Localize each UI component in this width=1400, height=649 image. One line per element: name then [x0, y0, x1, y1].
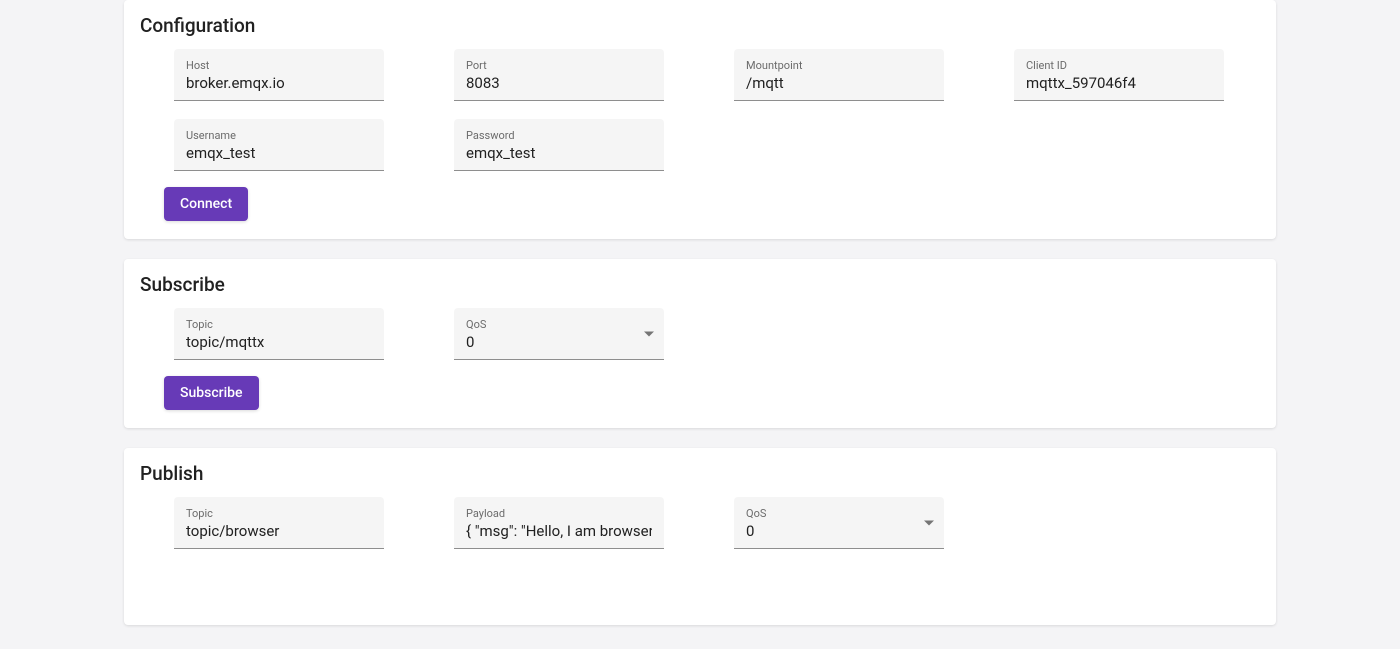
subscribe-topic-input[interactable] — [186, 333, 372, 351]
configuration-card: Configuration Host Port Mountpoint Clien… — [124, 0, 1276, 239]
publish-payload-label: Payload — [466, 507, 652, 520]
password-field[interactable]: Password — [454, 119, 664, 171]
subscribe-button[interactable]: Subscribe — [164, 376, 259, 410]
subscribe-title: Subscribe — [140, 273, 1260, 296]
subscribe-actions: Subscribe — [140, 376, 1260, 410]
subscribe-card: Subscribe Topic QoS 0 Subscribe — [124, 259, 1276, 428]
dropdown-arrow-icon — [924, 520, 934, 525]
publish-qos-field[interactable]: QoS 0 — [734, 497, 944, 549]
username-label: Username — [186, 129, 372, 142]
mountpoint-field[interactable]: Mountpoint — [734, 49, 944, 101]
publish-topic-input[interactable] — [186, 522, 372, 540]
subscribe-topic-label: Topic — [186, 318, 372, 331]
publish-title: Publish — [140, 462, 1260, 485]
host-label: Host — [186, 59, 372, 72]
subscribe-qos-value: 0 — [466, 333, 652, 351]
port-field[interactable]: Port — [454, 49, 664, 101]
client-id-label: Client ID — [1026, 59, 1212, 72]
password-label: Password — [466, 129, 652, 142]
publish-qos-value: 0 — [746, 522, 932, 540]
mountpoint-label: Mountpoint — [746, 59, 932, 72]
publish-topic-label: Topic — [186, 507, 372, 520]
publish-fields: Topic Payload QoS 0 — [140, 497, 1260, 549]
publish-topic-field[interactable]: Topic — [174, 497, 384, 549]
mountpoint-input[interactable] — [746, 74, 932, 92]
publish-payload-field[interactable]: Payload — [454, 497, 664, 549]
host-input[interactable] — [186, 74, 372, 92]
host-field[interactable]: Host — [174, 49, 384, 101]
port-label: Port — [466, 59, 652, 72]
subscribe-fields: Topic QoS 0 — [140, 308, 1260, 360]
subscribe-qos-label: QoS — [466, 318, 652, 331]
username-field[interactable]: Username — [174, 119, 384, 171]
client-id-field[interactable]: Client ID — [1014, 49, 1224, 101]
publish-payload-input[interactable] — [466, 522, 652, 540]
client-id-input[interactable] — [1026, 74, 1212, 92]
subscribe-topic-field[interactable]: Topic — [174, 308, 384, 360]
dropdown-arrow-icon — [644, 331, 654, 336]
publish-card: Publish Topic Payload QoS 0 — [124, 448, 1276, 625]
connect-button[interactable]: Connect — [164, 187, 248, 221]
configuration-title: Configuration — [140, 14, 1260, 37]
publish-qos-label: QoS — [746, 507, 932, 520]
subscribe-qos-field[interactable]: QoS 0 — [454, 308, 664, 360]
port-input[interactable] — [466, 74, 652, 92]
configuration-actions: Connect — [140, 187, 1260, 221]
password-input[interactable] — [466, 144, 652, 162]
username-input[interactable] — [186, 144, 372, 162]
configuration-fields: Host Port Mountpoint Client ID Username — [140, 49, 1260, 171]
